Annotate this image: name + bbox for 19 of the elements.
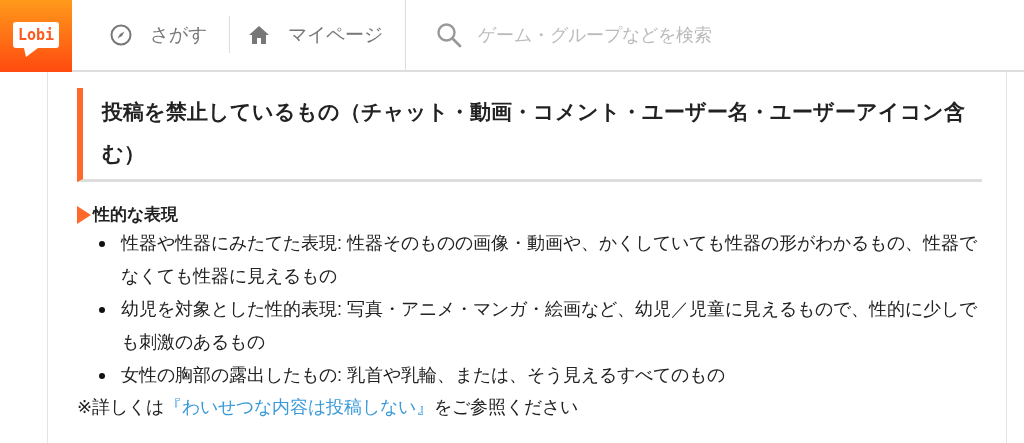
list-item-text: 性器や性器にみたてた表現: 性器そのものの画像・動画や、かくしていても性器の形がわかるもの、性器でなくても性器に見えるもの	[121, 232, 978, 288]
section-heading: 投稿を禁止しているもの（チャット・動画・コメント・ユーザー名・ユーザーアイコン含む）	[77, 88, 982, 182]
search-field[interactable]: ゲーム・グループなどを検索	[478, 20, 878, 50]
bullet-icon	[99, 307, 105, 313]
bullet-icon	[99, 373, 105, 379]
compass-icon	[110, 24, 132, 46]
guideline-link[interactable]: 『わいせつな内容は投稿しない』	[164, 397, 435, 417]
list-item-text: 女性の胸部の露出したもの: 乳首や乳輪、または、そう見えるすべてのもの	[121, 364, 725, 387]
nav-item[interactable]: さがす	[72, 0, 229, 70]
speech-tail-icon	[24, 47, 38, 57]
logo[interactable]: Lobi	[0, 0, 72, 72]
bullet-icon	[99, 241, 105, 247]
list-item-text: 幼児を対象とした性的表現: 写真・アニメ・マンガ・絵画など、幼児／児童に見えるもので、性的に少しでも刺激のあるもの	[121, 298, 978, 354]
triangle-icon	[77, 206, 91, 224]
subsection-title: 性的な表現	[93, 204, 178, 226]
home-icon	[248, 24, 270, 46]
nav-item[interactable]: マイページ	[230, 0, 405, 70]
note-text: ※詳しくは『わいせつな内容は投稿しない』をご参照ください	[77, 396, 580, 419]
search-icon	[436, 22, 462, 48]
